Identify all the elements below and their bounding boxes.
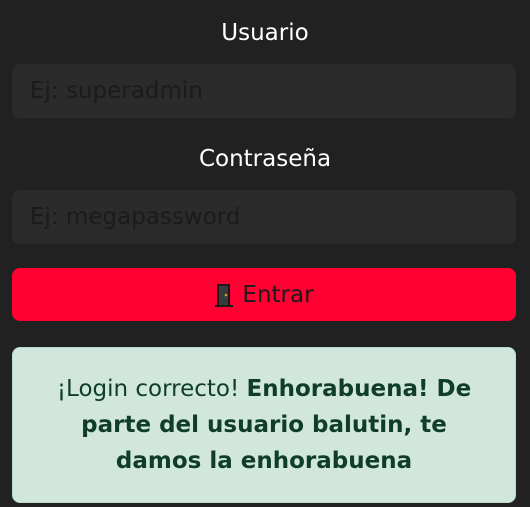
login-button[interactable]: Entrar	[12, 268, 516, 321]
password-input[interactable]	[12, 190, 516, 244]
success-alert: ¡Login correcto! Enhorabuena! De parte d…	[12, 347, 516, 503]
password-label: Contraseña	[198, 146, 332, 172]
door-icon	[214, 283, 234, 307]
username-input[interactable]	[12, 64, 516, 118]
login-form: Usuario Contraseña Entrar ¡Login correct…	[0, 0, 530, 507]
alert-message: ¡Login correcto! Enhorabuena! De parte d…	[43, 371, 485, 479]
username-label: Usuario	[221, 20, 309, 46]
login-button-label: Entrar	[242, 281, 314, 308]
alert-prefix: ¡Login correcto!	[56, 376, 247, 402]
